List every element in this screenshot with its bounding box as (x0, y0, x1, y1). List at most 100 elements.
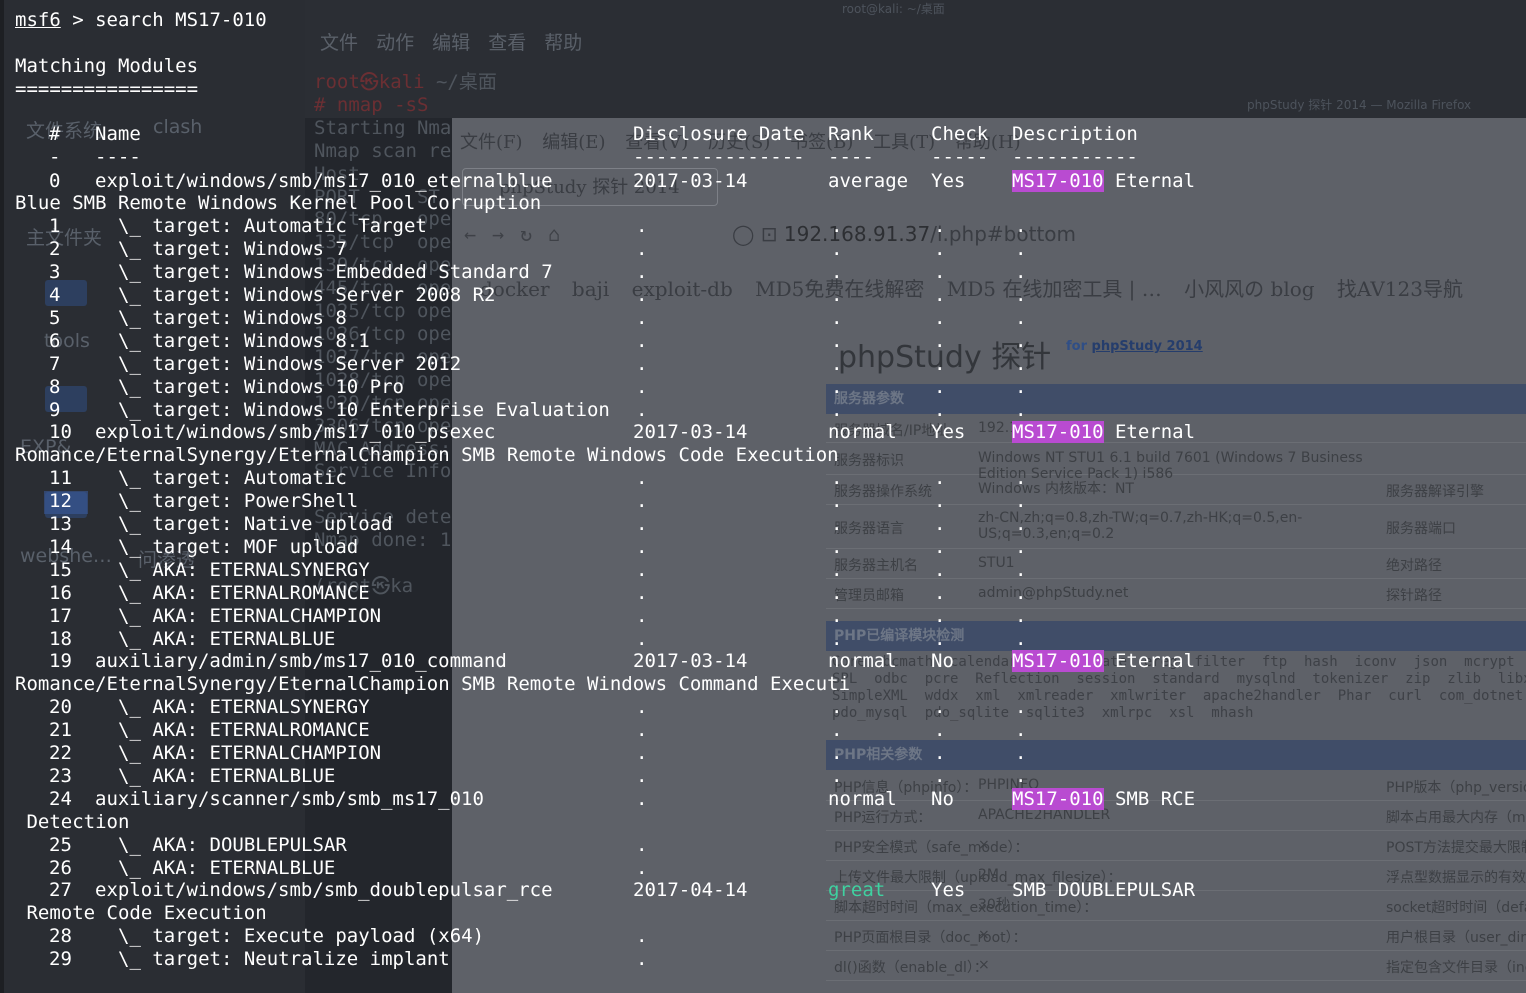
row-target-name: \_ AKA: ETERNALCHAMPION (118, 604, 382, 627)
row-rank: . (831, 513, 843, 535)
row-description: . (1015, 261, 1027, 284)
row-description: . (1015, 398, 1027, 421)
row-target-name: \_ AKA: ETERNALROMANCE (118, 719, 370, 742)
row-description-wrap: Romance/EternalSynergy/EternalChampion S… (15, 444, 839, 467)
row-description: MS17-010 Eternal (1012, 421, 1195, 444)
row-date: . (636, 627, 648, 650)
row-rank: . (831, 284, 843, 306)
row-description: . (1015, 764, 1027, 787)
row-module-name: exploit/windows/smb/ms17_010_psexec (95, 421, 496, 444)
msfconsole-terminal[interactable]: msf6 > search MS17-010 Matching Modules … (0, 0, 1526, 993)
row-module-name: auxiliary/admin/smb/ms17_010_command (95, 650, 507, 673)
row-rank: . (831, 764, 843, 787)
scrollbar[interactable] (0, 0, 4, 993)
row-number: 23 (49, 764, 72, 787)
row-description: . (1015, 238, 1027, 261)
row-description-wrap: Blue SMB Remote Windows Kernel Pool Corr… (15, 192, 542, 215)
row-number: 10 (49, 421, 72, 444)
col-header-date: Disclosure Date (633, 123, 805, 145)
col-underline: ----------- (1012, 146, 1138, 168)
row-check: . (934, 215, 946, 238)
row-target-name: \_ AKA: ETERNALBLUE (118, 627, 336, 650)
row-number: 28 (49, 925, 72, 948)
row-rank: . (831, 719, 843, 742)
row-date: 2017-03-14 (633, 169, 748, 192)
row-rank: . (831, 490, 843, 513)
row-date: . (636, 375, 648, 398)
row-target-name: \_ target: Automatic (118, 467, 347, 490)
row-target-name: \_ target: Automatic Target (118, 215, 427, 238)
prompt-separator: > (60, 9, 96, 31)
row-check: Yes (931, 169, 966, 192)
row-check: . (934, 284, 946, 306)
row-number: 14 (49, 535, 72, 558)
row-rank: . (831, 306, 843, 329)
row-check: . (934, 604, 946, 627)
row-description: . (1015, 352, 1027, 375)
row-number: 16 (49, 581, 72, 604)
row-description: SMB DOUBLEPULSAR (1012, 879, 1196, 902)
row-description: . (1015, 375, 1027, 398)
row-number: 13 (49, 513, 72, 535)
row-date: . (636, 719, 648, 742)
row-date: . (636, 261, 648, 284)
col-header-check: Check (931, 123, 989, 145)
row-number: 19 (49, 650, 72, 673)
row-description: . (1015, 696, 1027, 719)
row-module-name: exploit/windows/smb/smb_doublepulsar_rce (95, 879, 553, 902)
row-description: . (1015, 558, 1027, 581)
row-description: . (1015, 329, 1027, 352)
col-underline: --------------- (633, 146, 805, 168)
col-underline: ---- (95, 146, 141, 168)
row-number: 8 (49, 375, 61, 398)
row-number: 26 (49, 856, 72, 879)
row-description: . (1015, 535, 1027, 558)
row-rank: . (831, 329, 843, 352)
row-check: . (934, 352, 946, 375)
row-number: 2 (49, 238, 61, 261)
row-target-name: \_ AKA: ETERNALSYNERGY (118, 696, 370, 719)
col-underline: - (49, 146, 61, 168)
row-rank: normal (828, 421, 897, 444)
row-date: . (636, 467, 648, 490)
row-rank: . (831, 238, 843, 261)
row-check: . (934, 398, 946, 421)
row-target-name: \_ AKA: ETERNALSYNERGY (118, 558, 370, 581)
row-check: . (934, 696, 946, 719)
row-target-name: \_ AKA: ETERNALCHAMPION (118, 742, 382, 764)
row-rank: . (831, 215, 843, 238)
row-date: . (636, 535, 648, 558)
prompt-line: msf6 > search MS17-010 (15, 9, 267, 32)
row-description: . (1015, 490, 1027, 513)
col-header-desc: Description (1012, 123, 1138, 145)
row-number: 29 (49, 948, 72, 971)
row-number: 0 (49, 169, 61, 192)
row-rank: . (831, 627, 843, 650)
row-date: . (636, 329, 648, 352)
row-date: . (636, 696, 648, 719)
row-number: 9 (49, 398, 61, 421)
row-rank: . (831, 742, 843, 764)
row-date: . (636, 833, 648, 856)
row-description: MS17-010 Eternal (1012, 169, 1195, 193)
row-check: . (934, 329, 946, 352)
row-rank: . (831, 261, 843, 284)
row-number: 6 (49, 329, 61, 352)
row-number: 21 (49, 719, 72, 742)
row-target-name: \_ AKA: DOUBLEPULSAR (118, 833, 347, 856)
row-target-name: \_ target: Windows Server 2012 (118, 352, 462, 375)
row-rank: great (828, 879, 886, 902)
row-rank: . (831, 398, 843, 421)
row-description: . (1015, 513, 1027, 535)
heading-rule: ================ (15, 78, 199, 100)
col-header-rank: Rank (828, 123, 874, 145)
row-target-name: \_ target: Windows 8.1 (118, 329, 370, 352)
row-description: . (1015, 581, 1027, 604)
row-date: . (636, 490, 648, 513)
description-text: SMB RCE (1103, 787, 1196, 810)
row-check: . (934, 375, 946, 398)
row-check: . (934, 764, 946, 787)
row-description: . (1015, 604, 1027, 627)
row-rank: . (831, 535, 843, 558)
row-number: 7 (49, 352, 61, 375)
